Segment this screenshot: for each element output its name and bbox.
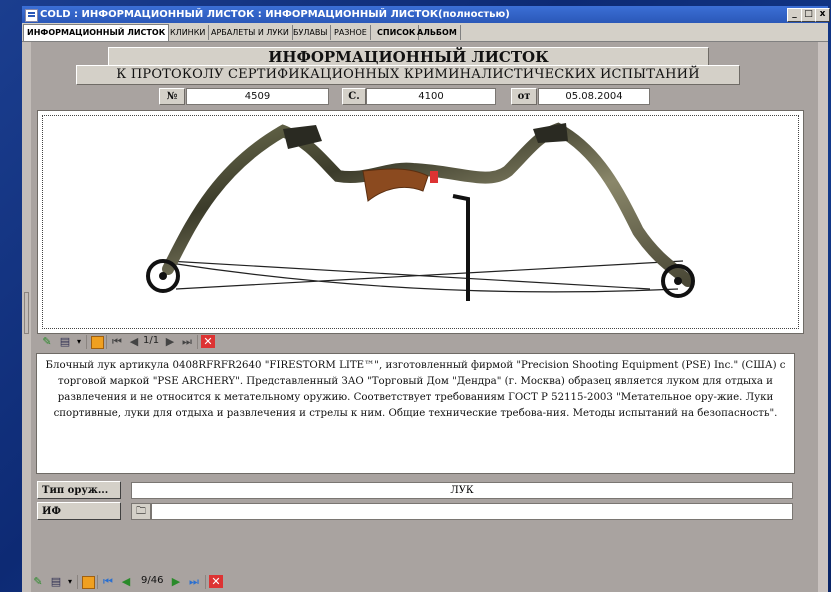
minimize-button[interactable]: _ (787, 8, 802, 22)
delete-icon[interactable]: ✕ (209, 575, 223, 588)
c-label: С. (342, 88, 366, 105)
weapon-type-field[interactable]: ЛУК (131, 482, 793, 499)
attach-icon[interactable]: ✎ (31, 575, 45, 588)
page-title: ИНФОРМАЦИОННЫЙ ЛИСТОК (108, 47, 709, 67)
next-image-icon[interactable]: ▶ (163, 335, 177, 348)
window-title-bar[interactable]: COLD : ИНФОРМАЦИОННЫЙ ЛИСТОК : ИНФОРМАЦИ… (22, 6, 830, 23)
add-record-icon[interactable] (82, 576, 95, 589)
tab-maces[interactable]: БУЛАВЫ (290, 25, 332, 40)
next-record-icon[interactable]: ▶ (169, 575, 183, 588)
record-counter: 9/46 (141, 575, 164, 586)
toolbar-separator (97, 575, 98, 589)
image-counter: 1/1 (143, 335, 160, 346)
photo-frame[interactable] (37, 110, 804, 334)
toolbar-separator (86, 335, 87, 349)
app-icon[interactable] (25, 9, 38, 22)
date-label: от (511, 88, 537, 105)
last-record-icon[interactable]: ⏭ (187, 575, 201, 588)
tab-blades[interactable]: КЛИНКИ (167, 25, 210, 40)
delete-icon[interactable]: ✕ (201, 335, 215, 348)
document-icon[interactable]: ▤ (58, 335, 72, 348)
if-field[interactable] (151, 503, 793, 520)
tab-list[interactable]: СПИСОК (374, 25, 420, 40)
record-selector[interactable] (22, 42, 31, 592)
if-label: ИФ (37, 502, 121, 520)
toolbar-separator (77, 575, 78, 589)
record-toolbar: ✎ ▤ ▾ ⏮ ◀ 9/46 ▶ ⏭ ✕ (31, 572, 331, 592)
chevron-down-icon[interactable]: ▾ (63, 575, 77, 588)
date-field[interactable]: 05.08.2004 (538, 88, 650, 105)
compound-bow-image (146, 122, 695, 301)
image-toolbar: ✎ ▤ ▾ ⏮ ◀ 1/1 ▶ ⏭ ✕ (37, 332, 802, 352)
tab-info-sheet[interactable]: ИНФОРМАЦИОННЫЙ ЛИСТОК (23, 24, 170, 41)
previous-record-icon[interactable]: ◀ (119, 575, 133, 588)
close-button[interactable]: x (815, 8, 830, 22)
toolbar-separator (106, 335, 107, 349)
document-icon[interactable]: ▤ (49, 575, 63, 588)
number-label: № (159, 88, 185, 105)
c-field[interactable]: 4100 (366, 88, 496, 105)
tab-misc[interactable]: РАЗНОЕ (331, 25, 371, 40)
tab-strip: ИНФОРМАЦИОННЫЙ ЛИСТОК КЛИНКИ АРБАЛЕТЫ И … (22, 23, 828, 42)
page-subtitle: К ПРОТОКОЛУ СЕРТИФИКАЦИОННЫХ КРИМИНАЛИСТ… (76, 65, 740, 85)
last-image-icon[interactable]: ⏭ (180, 335, 194, 348)
folder-icon[interactable]: 🗀 (131, 503, 151, 520)
first-image-icon[interactable]: ⏮ (110, 335, 124, 348)
previous-image-icon[interactable]: ◀ (127, 335, 141, 348)
tab-album[interactable]: АЛЬБОМ (414, 25, 461, 40)
window-title: COLD : ИНФОРМАЦИОННЫЙ ЛИСТОК : ИНФОРМАЦИ… (40, 9, 510, 20)
vertical-scrollbar[interactable] (818, 42, 828, 592)
chevron-down-icon[interactable]: ▾ (72, 335, 86, 348)
description-text[interactable]: Блочный лук артикула 0408RFRFR2640 "FIRE… (36, 353, 795, 474)
weapon-type-button[interactable]: Тип оруж... (37, 481, 121, 499)
tab-crossbows-bows[interactable]: АРБАЛЕТЫ И ЛУКИ (208, 25, 293, 40)
maximize-button[interactable]: □ (801, 8, 816, 22)
attach-icon[interactable]: ✎ (40, 335, 54, 348)
add-record-icon[interactable] (91, 336, 104, 349)
number-field[interactable]: 4509 (186, 88, 329, 105)
toolbar-separator (197, 335, 198, 349)
toolbar-separator (205, 575, 206, 589)
first-record-icon[interactable]: ⏮ (101, 575, 115, 588)
